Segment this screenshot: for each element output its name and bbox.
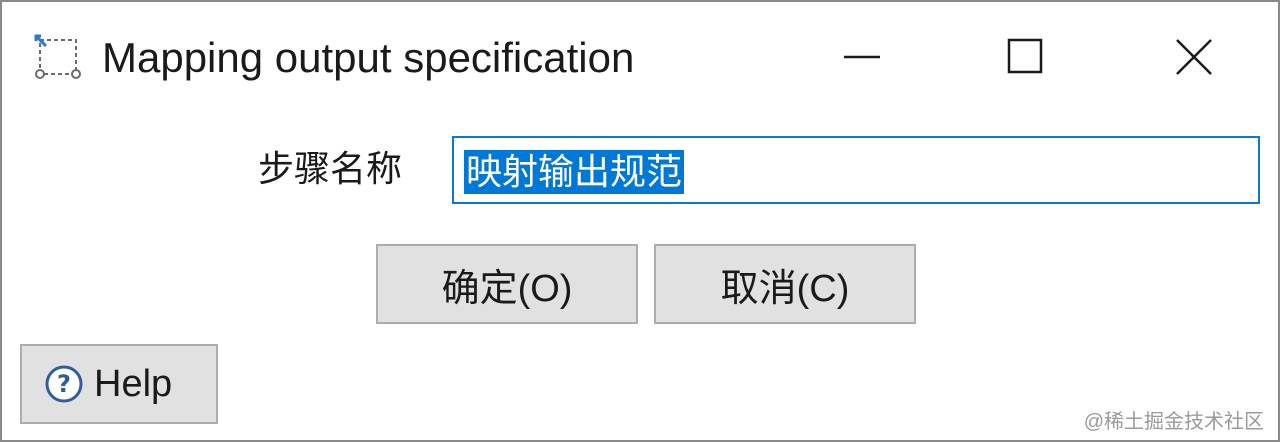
dialog-body: 步骤名称 映射输出规范 确定(O) 取消(C) ? Help @稀土掘金技术社区 xyxy=(2,114,1278,440)
window-title: Mapping output specification xyxy=(102,34,635,81)
transform-step-icon xyxy=(32,32,84,82)
watermark: @稀土掘金技术社区 xyxy=(1083,411,1264,433)
minimize-icon xyxy=(844,55,880,59)
cancel-button[interactable]: 取消(C) xyxy=(654,244,916,324)
maximize-icon xyxy=(1007,38,1043,74)
close-button[interactable] xyxy=(1150,24,1240,90)
ok-button-label: 确定(O) xyxy=(441,267,573,310)
cancel-button-label: 取消(C) xyxy=(720,267,850,310)
step-name-value[interactable]: 映射输出规范 xyxy=(464,150,685,194)
title-bar[interactable]: Mapping output specification xyxy=(2,2,1278,114)
ok-button[interactable]: 确定(O) xyxy=(376,244,638,324)
minimize-button[interactable] xyxy=(818,24,908,90)
close-icon xyxy=(1176,39,1212,75)
step-name-label: 步骤名称 xyxy=(258,148,403,189)
step-name-input[interactable]: 映射输出规范 xyxy=(452,136,1260,204)
dialog-window: Mapping output specification 步骤名称 映射输出规范… xyxy=(0,0,1280,442)
help-circle-icon: ? xyxy=(44,364,84,404)
help-button[interactable]: ? Help xyxy=(20,344,218,424)
help-button-label: Help xyxy=(94,362,173,405)
maximize-button[interactable] xyxy=(982,24,1072,90)
svg-text:?: ? xyxy=(57,370,71,398)
